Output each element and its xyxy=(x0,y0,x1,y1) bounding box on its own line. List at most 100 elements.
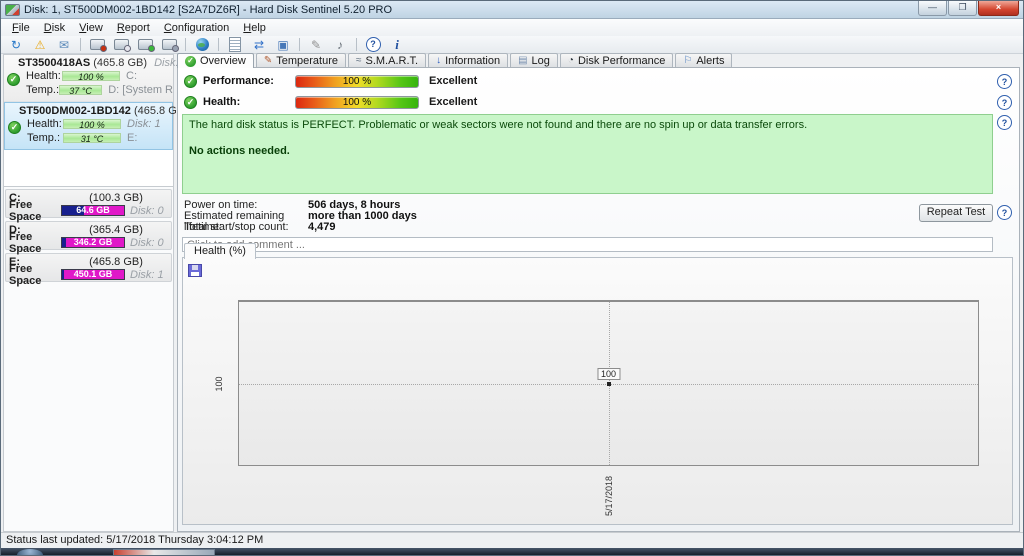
problem-report-icon[interactable]: ⚠ xyxy=(29,37,51,52)
smart-icon: ≈ xyxy=(356,56,362,66)
main-tab-bar: ✓ Overview ✎ Temperature ≈ S.M.A.R.T. ↓ … xyxy=(177,53,1020,68)
stat-value: 4,479 xyxy=(308,222,336,233)
tab-log[interactable]: ▤ Log xyxy=(510,53,558,68)
disk-remove-test-icon[interactable] xyxy=(86,37,108,52)
refresh-icon[interactable]: ↻ xyxy=(5,37,27,52)
disk-ok-icon xyxy=(8,121,21,134)
app-icon xyxy=(5,4,20,16)
minimize-button[interactable]: — xyxy=(918,1,947,16)
health-ok-icon xyxy=(184,96,197,109)
info-glyph: i xyxy=(395,38,399,51)
disk-ok-icon xyxy=(7,73,20,86)
about-icon[interactable]: i xyxy=(386,37,408,52)
menu-report[interactable]: Report xyxy=(110,21,157,35)
health-rating: Excellent xyxy=(429,96,477,108)
status-bar-text: Status last updated: 5/17/2018 Thursday … xyxy=(6,534,263,546)
tab-alerts[interactable]: ⚐ Alerts xyxy=(675,53,732,68)
partition-letter: E: xyxy=(127,132,137,144)
question-glyph: ? xyxy=(366,37,381,52)
menu-disk[interactable]: Disk xyxy=(37,21,72,35)
menu-bar: File Disk View Report Configuration Help xyxy=(1,19,1023,36)
disk-number: Disk: 0 xyxy=(130,205,164,217)
free-space-label: Free Space xyxy=(9,231,61,255)
signature-disabled-icon[interactable]: ✎ xyxy=(305,37,327,52)
temp-bar: 31 °C xyxy=(63,133,121,143)
free-space-bar: 346.2 GB xyxy=(61,237,125,248)
y-axis-tick: 100 xyxy=(214,369,224,399)
acoustic-icon[interactable]: ♪ xyxy=(329,37,351,52)
globe-glyph xyxy=(196,38,209,51)
partition-list: C: (100.3 GB) Free Space 64.6 GB Disk: 0… xyxy=(4,187,173,531)
disk-item-0[interactable]: ST3500418AS (465.8 GB) Disk: 0 Health: 1… xyxy=(4,55,173,102)
health-help-icon[interactable]: ? xyxy=(997,95,1012,110)
menu-help[interactable]: Help xyxy=(236,21,273,35)
disk-glyph xyxy=(90,39,105,50)
tab-label: Overview xyxy=(200,55,246,67)
close-button[interactable]: × xyxy=(978,1,1019,16)
repeat-test-help-icon[interactable]: ? xyxy=(997,205,1012,220)
tab-information[interactable]: ↓ Information xyxy=(428,53,508,68)
tab-label: Temperature xyxy=(276,55,338,67)
refresh-info-icon[interactable]: ⇄ xyxy=(248,37,270,52)
free-space-label: Free Space xyxy=(9,199,61,223)
status-text: The hard disk status is PERFECT. Problem… xyxy=(189,119,986,131)
restore-button[interactable]: ❐ xyxy=(948,1,977,16)
tab-label: Alerts xyxy=(696,55,724,67)
stat-label: Total start/stop count: xyxy=(184,222,308,233)
partition-item-e[interactable]: E: (465.8 GB) Free Space 450.1 GB Disk: … xyxy=(5,253,172,282)
partition-item-d[interactable]: D: (365.4 GB) Free Space 346.2 GB Disk: … xyxy=(5,221,172,250)
save-chart-icon[interactable] xyxy=(188,264,202,277)
tab-disk-performance[interactable]: ◔ Disk Performance xyxy=(560,53,673,68)
performance-help-icon[interactable]: ? xyxy=(997,74,1012,89)
health-label: Health: xyxy=(26,70,62,82)
free-space-label: Free Space xyxy=(9,263,61,287)
start-orb-icon[interactable] xyxy=(17,549,43,556)
toolbar: ↻ ⚠ ✉ ⇄ ▣ ✎ ♪ ? i xyxy=(1,36,1023,54)
repeat-test-button[interactable]: Repeat Test xyxy=(919,204,993,222)
alerts-icon: ⚐ xyxy=(683,56,692,66)
disk-glyph xyxy=(138,39,153,50)
health-bar: 100 % xyxy=(62,71,120,81)
online-world-icon[interactable] xyxy=(191,37,213,52)
toolbar-separator xyxy=(80,38,81,51)
menu-configuration[interactable]: Configuration xyxy=(157,21,236,35)
partition-item-c[interactable]: C: (100.3 GB) Free Space 64.6 GB Disk: 0 xyxy=(5,189,172,218)
toolbar-separator xyxy=(356,38,357,51)
disk-status-ok-icon[interactable] xyxy=(134,37,156,52)
toolbar-separator xyxy=(185,38,186,51)
tab-overview[interactable]: ✓ Overview xyxy=(177,53,254,68)
menu-file[interactable]: File xyxy=(5,21,37,35)
performance-ok-icon xyxy=(184,75,197,88)
health-chart: Health (%) 100 100 5/17/2018 xyxy=(182,257,1013,525)
windows-taskbar[interactable] xyxy=(1,548,1023,555)
chart-tab-health[interactable]: Health (%) xyxy=(184,243,256,259)
toolbar-separator xyxy=(218,38,219,51)
menu-view[interactable]: View xyxy=(72,21,110,35)
disk-size: (465.8 GB) xyxy=(93,57,147,69)
status-help-icon[interactable]: ? xyxy=(997,115,1012,130)
toolbar-separator xyxy=(299,38,300,51)
health-bar: 100 % xyxy=(295,96,419,109)
send-mail-icon[interactable]: ✉ xyxy=(53,37,75,52)
information-icon: ↓ xyxy=(436,56,441,66)
report-document-icon[interactable] xyxy=(224,37,246,52)
free-space-bar: 64.6 GB xyxy=(61,205,125,216)
hard-disk-sentinel-window: Disk: 1, ST500DM002-1BD142 [S2A7DZ6R] - … xyxy=(0,0,1024,556)
disk-schedule-icon[interactable] xyxy=(110,37,132,52)
taskbar-app-button[interactable] xyxy=(113,549,215,556)
disk-status-message: The hard disk status is PERFECT. Problem… xyxy=(182,114,993,194)
actions-text: No actions needed. xyxy=(189,145,986,157)
tab-smart[interactable]: ≈ S.M.A.R.T. xyxy=(348,53,426,68)
help-icon[interactable]: ? xyxy=(362,37,384,52)
disk-item-1-selected[interactable]: ST500DM002-1BD142 (465.8 GB) Health: 100… xyxy=(4,102,173,150)
data-point-label: 100 xyxy=(597,368,620,380)
tab-temperature[interactable]: ✎ Temperature xyxy=(256,53,346,68)
disk-model: ST3500418AS xyxy=(18,57,90,69)
disk-glyph xyxy=(162,39,177,50)
disk-model: ST500DM002-1BD142 xyxy=(19,105,131,117)
comment-input[interactable] xyxy=(182,237,993,252)
performance-rating: Excellent xyxy=(429,75,477,87)
disk-surface-test-icon[interactable] xyxy=(158,37,180,52)
network-remote-icon[interactable]: ▣ xyxy=(272,37,294,52)
overview-check-icon: ✓ xyxy=(185,56,196,67)
